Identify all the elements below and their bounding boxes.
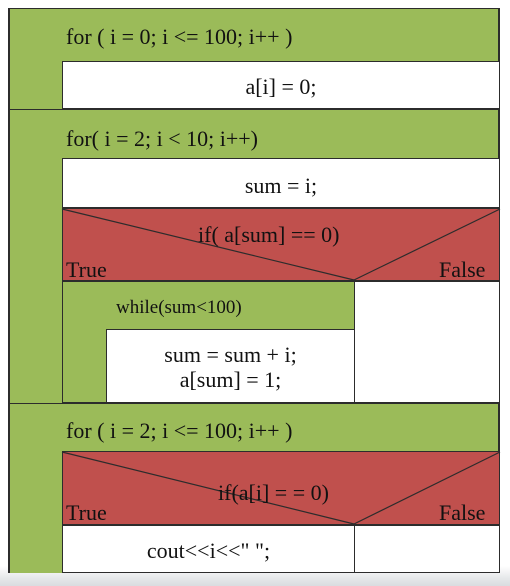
loop3-decision-condition: if(a[i] = = 0) <box>218 480 329 505</box>
loop3-false-branch <box>354 525 500 573</box>
loop3-output-text: cout<<i<<" "; <box>146 538 271 563</box>
loop3-decision-false-label: False <box>439 500 486 525</box>
nassi-shneiderman-diagram: for ( i = 0; i <= 100; i++ ) a[i] = 0; f… <box>8 8 501 573</box>
loop3-decision-true-label: True <box>66 500 107 525</box>
